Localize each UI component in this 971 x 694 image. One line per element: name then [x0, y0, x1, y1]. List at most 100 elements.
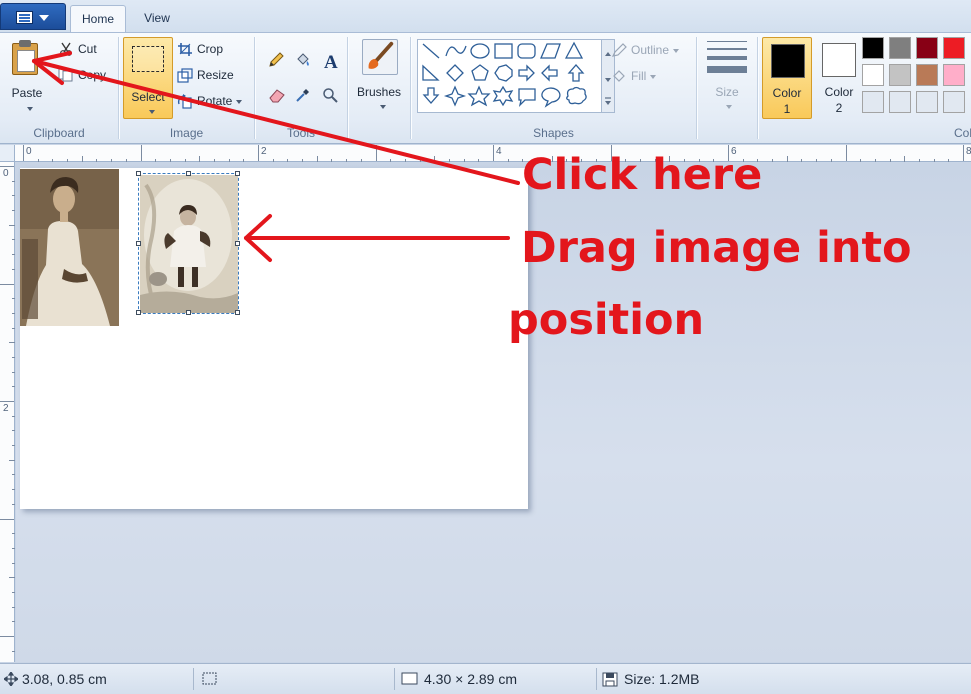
ruler-tick: [772, 159, 774, 162]
color-1-button[interactable]: Color 1: [762, 37, 812, 119]
line-shape-icon: [422, 43, 440, 59]
eraser-tool[interactable]: [263, 82, 289, 108]
ruler-tick: [12, 533, 15, 535]
pencil-tool[interactable]: [263, 47, 289, 73]
palette-swatch[interactable]: [916, 64, 938, 86]
selection-box[interactable]: [136, 171, 240, 315]
ruler-tick: [404, 159, 406, 162]
pencil-icon: [269, 52, 284, 67]
palette-swatch[interactable]: [862, 91, 884, 113]
tab-view[interactable]: View: [132, 5, 182, 32]
palette-swatch[interactable]: [943, 64, 965, 86]
tab-home[interactable]: Home: [70, 5, 126, 32]
ruler-number: 2: [3, 403, 9, 414]
ruler-tick: [845, 145, 847, 161]
copy-icon: [58, 68, 73, 82]
ruler-tick: [52, 159, 54, 162]
woman-photo[interactable]: [20, 169, 119, 326]
palette-swatch[interactable]: [889, 91, 911, 113]
paste-button[interactable]: Paste: [4, 37, 50, 113]
horizontal-ruler: 02468: [15, 145, 971, 162]
palette-swatch[interactable]: [889, 64, 911, 86]
outline-button[interactable]: Outline: [609, 39, 680, 61]
outline-label: Outline: [631, 43, 670, 57]
palette-swatch[interactable]: [943, 91, 965, 113]
ruler-tick: [12, 371, 15, 373]
five-point-star-shape-icon: [467, 85, 491, 107]
outline-brush-icon: [611, 43, 627, 57]
ruler-number: 2: [261, 146, 267, 157]
ruler-tick: [302, 159, 304, 162]
cloud-callout-shape-icon: [566, 86, 587, 105]
fill-bucket-icon: [613, 70, 625, 82]
rotate-button[interactable]: Rotate: [175, 90, 243, 112]
oval-callout-shape-icon: [541, 87, 561, 108]
crop-label: Crop: [197, 42, 224, 56]
ruler-tick: [448, 159, 450, 162]
ruler-tick: [111, 159, 113, 162]
oval-shape-icon: [470, 43, 490, 59]
ruler-tick: [243, 159, 245, 162]
paint-bucket-icon: [297, 53, 309, 66]
resize-handle-top-left[interactable]: [136, 171, 141, 176]
color-2-button[interactable]: Color 2: [816, 37, 862, 119]
palette-swatch[interactable]: [862, 64, 884, 86]
select-button[interactable]: Select: [123, 37, 173, 119]
brushes-group[interactable]: Brushes: [348, 33, 410, 143]
paint-menu-button[interactable]: [0, 3, 66, 30]
selection-size-icon: [202, 672, 217, 685]
resize-handle-top-right[interactable]: [235, 171, 240, 176]
ruler-tick: [12, 474, 15, 476]
text-tool[interactable]: A: [317, 47, 343, 73]
scissors-icon: [60, 42, 72, 56]
palette-swatch[interactable]: [862, 37, 884, 59]
brush-icon: [362, 39, 398, 75]
resize-handle-left[interactable]: [136, 241, 141, 246]
resize-handle-bottom-right[interactable]: [235, 310, 240, 315]
ruler-number: 0: [26, 146, 32, 157]
ruler-tick: [12, 650, 15, 652]
ruler-tick: [12, 562, 15, 564]
triangle-shape-icon: [564, 41, 584, 59]
paint-canvas[interactable]: [20, 168, 528, 509]
size-button[interactable]: Size: [697, 33, 757, 143]
ruler-tick: [12, 210, 15, 212]
left-arrow-shape-icon: [541, 64, 558, 82]
resize-handle-bottom-left[interactable]: [136, 310, 141, 315]
ruler-tick: [12, 312, 15, 314]
palette-swatch[interactable]: [916, 91, 938, 113]
ruler-tick: [12, 239, 15, 241]
ruler-tick: [23, 145, 24, 161]
resize-handle-right[interactable]: [235, 241, 240, 246]
ruler-tick: [0, 283, 14, 285]
fill-tool[interactable]: [290, 47, 316, 73]
palette-swatch[interactable]: [889, 37, 911, 59]
chevron-down-icon: [27, 107, 33, 111]
file-size: Size: 1.2MB: [624, 671, 700, 687]
palette-swatch[interactable]: [916, 37, 938, 59]
copy-button[interactable]: Copy: [56, 64, 106, 86]
ruler-tick: [184, 159, 186, 162]
palette-swatch[interactable]: [943, 37, 965, 59]
ruler-tick: [874, 159, 876, 162]
cut-button[interactable]: Cut: [56, 38, 97, 60]
ruler-tick: [493, 145, 494, 161]
ruler-tick: [81, 156, 83, 162]
ruler-tick: [12, 195, 15, 197]
svg-text:A: A: [324, 52, 338, 70]
resize-handle-top[interactable]: [186, 171, 191, 176]
right-arrow-shape-icon: [518, 64, 535, 82]
color-picker-tool[interactable]: [290, 82, 316, 108]
crop-icon: [178, 43, 192, 56]
magnifier-tool[interactable]: [317, 82, 343, 108]
ruler-tick: [12, 621, 15, 623]
ruler-tick: [12, 356, 15, 358]
fill-button[interactable]: Fill: [609, 65, 657, 87]
diamond-shape-icon: [446, 64, 464, 82]
ruler-tick: [889, 159, 891, 162]
crop-button[interactable]: Crop: [175, 38, 223, 60]
resize-button[interactable]: Resize: [175, 64, 234, 86]
ruler-tick: [360, 159, 362, 162]
ruler-tick: [316, 156, 318, 162]
resize-handle-bottom[interactable]: [186, 310, 191, 315]
